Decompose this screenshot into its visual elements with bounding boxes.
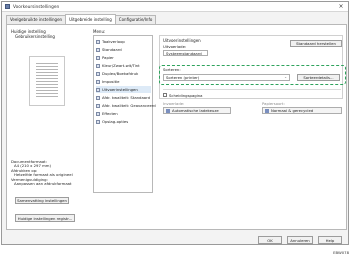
- interleaf-tray-select[interactable]: Automatische ladekeuze: [163, 107, 231, 114]
- sort-select[interactable]: Sorteren (printer) ⌄: [163, 74, 290, 81]
- menu-item-basic[interactable]: Standaard: [96, 46, 122, 53]
- menu-label: Menu:: [93, 29, 106, 34]
- settings-panel: Huidige instelling Gebruikersinstelling …: [6, 24, 347, 230]
- cancel-button[interactable]: Annuleren: [287, 236, 313, 244]
- paper-type-select[interactable]: Normaal & gerecycled: [262, 107, 342, 114]
- figure-reference-code: EBW078: [333, 250, 349, 255]
- imposition-icon: [96, 79, 100, 84]
- tab-bar: Veelgebruikte instellingen Uitgebreide i…: [6, 14, 157, 24]
- info-line: Aanpassen aan afdrukformaat: [14, 181, 72, 187]
- current-setting-summary: Documentformaat: A4 (210 x 297 mm) Afdru…: [11, 159, 73, 187]
- chevron-down-icon: ⌄: [284, 75, 287, 79]
- menu-item-print-quality-advanced[interactable]: Afdr. kwaliteit: Geavanceerd: [96, 102, 156, 109]
- help-button[interactable]: Help: [318, 236, 342, 244]
- menu-item-duplex[interactable]: Duplex/Boekafdruk: [96, 70, 138, 77]
- tab-configuration[interactable]: Configuratie/Info: [114, 15, 157, 24]
- menu-tree: Taakverloop Standaard Papier Kleur/Zwart…: [93, 35, 156, 193]
- menu-item-storage-options[interactable]: Opslag-opties: [96, 118, 128, 125]
- paper-type-icon: [265, 109, 269, 113]
- menu-item-imposition[interactable]: Impositie: [96, 78, 119, 85]
- paper-type-label: Papiersoort:: [262, 101, 285, 106]
- current-setting-value: Gebruikersinstelling: [15, 34, 55, 39]
- divider-pages-checkbox[interactable]: [163, 93, 167, 97]
- sort-label: Sorteren:: [163, 67, 181, 72]
- menu-item-print-quality-standard[interactable]: Afdr. kwaliteit: Standaard: [96, 94, 150, 101]
- output-icon: [96, 87, 100, 92]
- close-button[interactable]: ×: [337, 3, 345, 11]
- group-title: Uitvoerinstellingen: [163, 38, 201, 43]
- sort-details-button[interactable]: Sorteerdetails...: [297, 74, 340, 81]
- divider-pages-label: Scheidingspagina: [169, 93, 203, 98]
- sort-value: Sorteren (printer): [166, 75, 200, 80]
- ok-button[interactable]: OK: [258, 236, 282, 244]
- effects-icon: [96, 111, 100, 116]
- menu-item-color[interactable]: Kleur/Zwart-wit/Tint: [96, 62, 140, 69]
- tab-frequently-used[interactable]: Veelgebruikte instellingen: [6, 15, 67, 24]
- restore-defaults-button[interactable]: Standaard herstellen: [290, 40, 342, 47]
- printer-app-icon: [5, 4, 10, 9]
- output-tray-label: Uitvoerlade:: [163, 44, 187, 49]
- interleaf-tray-label: Invoerlade:: [163, 101, 185, 106]
- page-preview: [29, 56, 65, 106]
- menu-item-job-log[interactable]: Taakverloop: [96, 38, 125, 45]
- current-setting-pane: Huidige instelling Gebruikersinstelling …: [7, 25, 87, 229]
- quality-advanced-icon: [96, 103, 100, 108]
- divider: [163, 89, 341, 90]
- menu-item-effects[interactable]: Effecten: [96, 110, 118, 117]
- register-settings-button[interactable]: Huidige instellingen registr...: [15, 214, 75, 222]
- tab-detailed-settings[interactable]: Uitgebreide instelling: [65, 14, 116, 24]
- color-icon: [96, 63, 100, 68]
- quality-icon: [96, 95, 100, 100]
- title-bar: Voorkeursinstellingen ×: [2, 2, 348, 12]
- job-log-icon: [96, 39, 100, 44]
- paper-icon: [96, 55, 100, 60]
- menu-item-output-settings[interactable]: Uitvoerinstellingen: [96, 86, 151, 93]
- settings-summary-button[interactable]: Samenvatting instellingen: [15, 197, 69, 204]
- duplex-icon: [96, 71, 100, 76]
- menu-item-paper[interactable]: Papier: [96, 54, 114, 61]
- preferences-window: Voorkeursinstellingen × Veelgebruikte in…: [1, 1, 349, 245]
- tray-icon: [166, 109, 170, 113]
- storage-icon: [96, 119, 100, 124]
- basic-icon: [96, 47, 100, 52]
- output-tray-select[interactable]: Systeemstandaard: [163, 50, 208, 56]
- window-title: Voorkeursinstellingen: [13, 5, 60, 10]
